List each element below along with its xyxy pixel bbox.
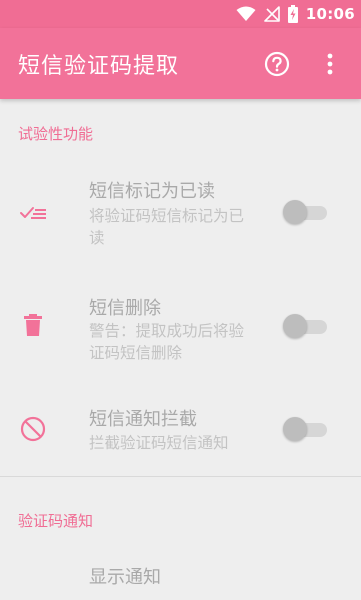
wifi-icon xyxy=(236,6,256,22)
block-icon xyxy=(18,414,48,444)
pref-delete-sms[interactable]: 短信删除 警告：提取成功后将验证码短信删除 xyxy=(0,282,361,377)
pref-block-notification-title: 短信通知拦截 xyxy=(89,409,197,430)
pref-mark-read-title: 短信标记为已读 xyxy=(89,181,215,202)
switch-thumb xyxy=(283,200,307,224)
pref-delete-sms-summary: 警告：提取成功后将验证码短信删除 xyxy=(89,322,245,362)
pref-show-notification[interactable]: 显示通知 xyxy=(0,560,361,600)
app-title: 短信验证码提取 xyxy=(18,53,180,79)
status-time: 10:06 xyxy=(305,5,355,23)
delete-sms-switch[interactable] xyxy=(283,313,327,339)
mark-read-icon xyxy=(18,197,48,227)
pref-mark-read[interactable]: 短信标记为已读 将验证码短信标记为已读 xyxy=(0,165,361,260)
section-divider xyxy=(0,476,361,477)
more-vert-icon xyxy=(327,53,333,74)
status-bar: 10:06 xyxy=(0,0,361,28)
pref-mark-read-summary: 将验证码短信标记为已读 xyxy=(89,207,245,247)
more-options-button[interactable] xyxy=(318,49,342,79)
help-button[interactable] xyxy=(262,49,292,79)
app-bar: 短信验证码提取 xyxy=(0,28,361,99)
switch-thumb xyxy=(283,417,307,441)
pref-block-notification[interactable]: 短信通知拦截 拦截验证码短信通知 xyxy=(0,395,361,470)
no-signal-icon xyxy=(263,6,280,22)
section-header-code-notification: 验证码通知 xyxy=(18,512,94,530)
pref-show-notification-title: 显示通知 xyxy=(89,567,161,588)
pref-delete-sms-title: 短信删除 xyxy=(89,298,161,319)
mark-read-switch[interactable] xyxy=(283,199,327,225)
switch-thumb xyxy=(283,314,307,338)
pref-block-notification-summary: 拦截验证码短信通知 xyxy=(89,434,229,452)
trash-icon xyxy=(18,310,48,340)
section-header-experimental: 试验性功能 xyxy=(18,125,94,143)
help-icon xyxy=(264,51,290,76)
battery-charging-icon xyxy=(287,5,298,23)
block-notification-switch[interactable] xyxy=(283,416,327,442)
